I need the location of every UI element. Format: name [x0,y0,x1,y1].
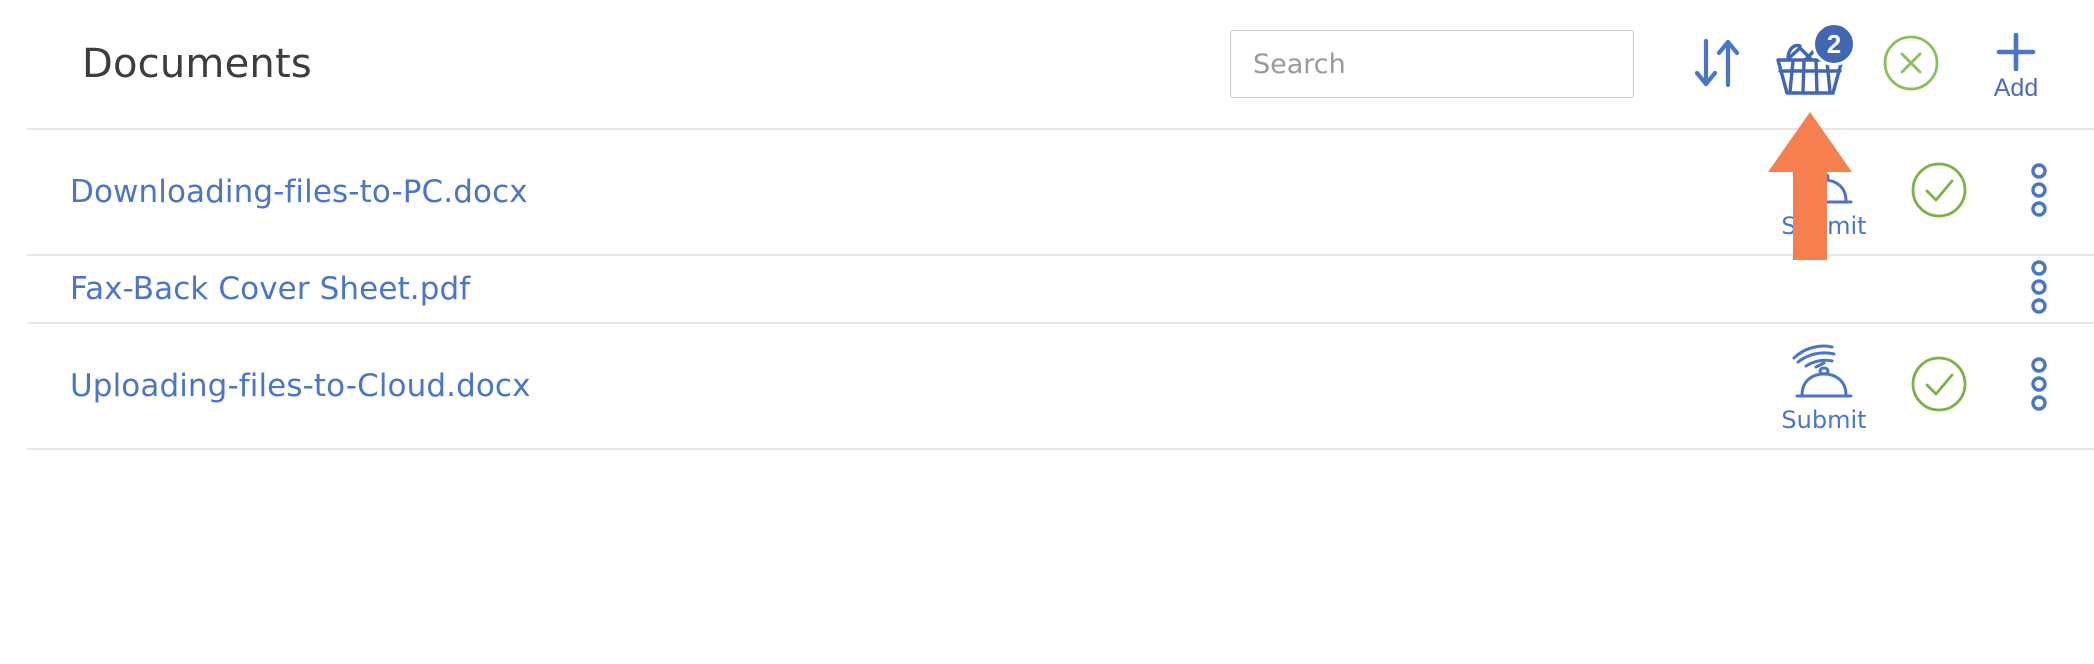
approve-check-button[interactable] [1900,159,1978,225]
table-row[interactable]: Fax-Back Cover Sheet.pdf [0,256,2094,322]
file-name-link[interactable]: Downloading-files-to-PC.docx [70,174,528,210]
page-header: Documents Search 2 Add [0,0,2094,128]
row-actions: Submit [1776,340,2064,432]
plus-icon [1988,27,2044,80]
file-name-link[interactable]: Fax-Back Cover Sheet.pdf [70,271,470,307]
search-input[interactable] [1230,30,1634,98]
header-toolbar: 2 A [1230,21,2064,107]
sort-arrows-icon [1691,35,1743,94]
sort-button[interactable] [1680,27,1754,101]
submit-button-label: Submit [1781,406,1867,434]
documents-page: Documents Search 2 Add Downloading-files… [0,0,2094,664]
table-row[interactable]: Uploading-files-to-Cloud.docx Submit [0,324,2094,448]
circle-check-icon [1908,159,1970,225]
more-vertical-icon [2026,256,2052,322]
submit-button[interactable]: Submit [1776,340,1872,432]
row-actions [1776,256,2064,322]
basket-button[interactable]: 2 [1762,21,1858,107]
submit-hand-bell-icon [1786,340,1862,406]
submit-hand-bell-icon [1786,146,1862,212]
row-menu-button[interactable] [2014,256,2064,322]
more-vertical-icon [2026,159,2052,225]
more-vertical-icon [2026,353,2052,419]
add-button[interactable]: Add [1968,21,2064,107]
row-actions: Submit [1776,146,2064,238]
basket-badge: 2 [1812,22,1856,66]
circle-x-icon [1880,32,1942,97]
table-row[interactable]: Downloading-files-to-PC.docx Submit [0,130,2094,254]
submit-button-label: Submit [1781,212,1867,240]
approve-check-button[interactable] [1900,353,1978,419]
add-button-label: Add [1993,74,2039,102]
page-title: Documents [82,41,312,87]
file-name-link[interactable]: Uploading-files-to-Cloud.docx [70,368,531,404]
circle-check-icon [1908,353,1970,419]
row-menu-button[interactable] [2014,353,2064,419]
submit-button[interactable]: Submit [1776,146,1872,238]
row-menu-button[interactable] [2014,159,2064,225]
divider-row-3 [27,448,2094,450]
clear-button[interactable] [1868,21,1954,107]
